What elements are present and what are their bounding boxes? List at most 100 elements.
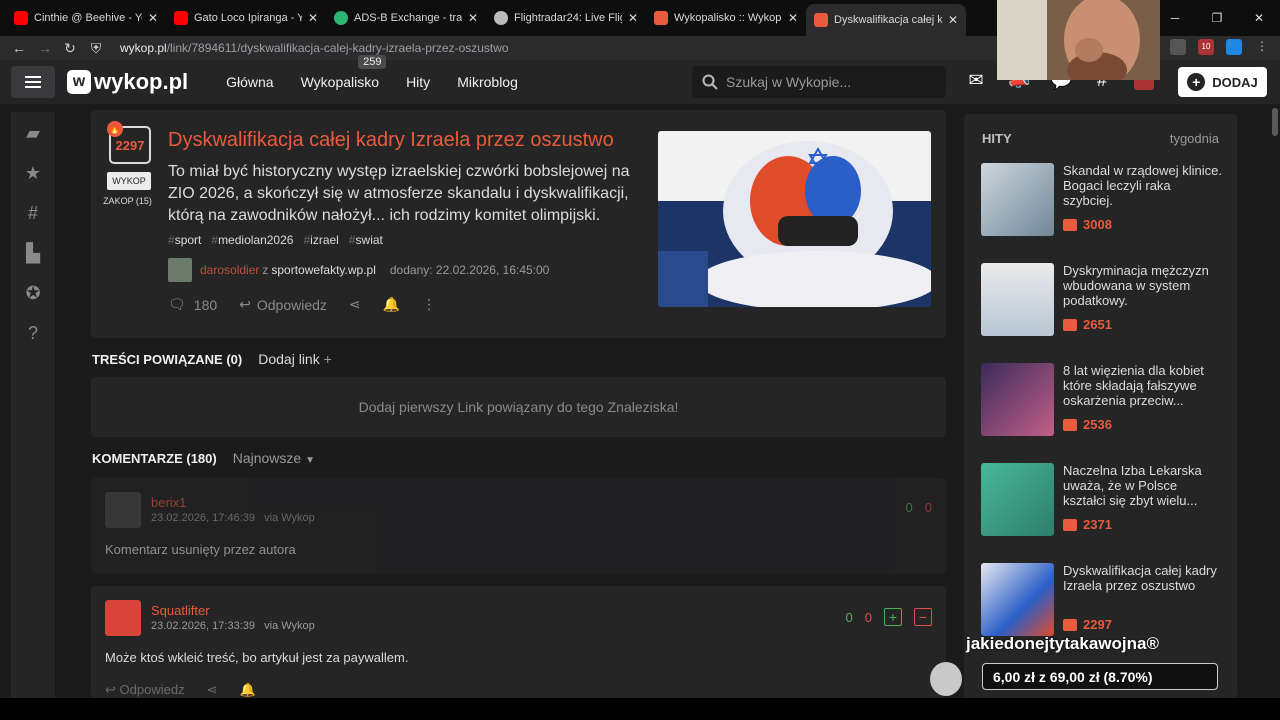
url-field[interactable]: wykop.pl/link/7894611/dyskwalifikacja-ca… — [120, 41, 509, 55]
chevron-down-icon: ▼ — [305, 455, 315, 466]
forward-icon[interactable]: → — [38, 40, 52, 56]
reload-icon[interactable]: ↻ — [64, 40, 76, 57]
page-scrollbar[interactable] — [1270, 104, 1280, 698]
flame-icon — [1063, 518, 1077, 531]
tag[interactable]: #swiat — [349, 233, 383, 247]
upvote-count: 0 — [845, 609, 853, 625]
close-window-icon[interactable]: ✕ — [1238, 11, 1280, 25]
comment-nick[interactable]: berix1 — [151, 495, 186, 510]
url-host: wykop.pl — [120, 41, 167, 55]
minimize-icon[interactable]: ─ — [1154, 11, 1196, 25]
ranking-icon[interactable]: ▙ — [22, 242, 44, 264]
browser-tab[interactable]: Wykopalisko :: Wykop.pl ✕ — [646, 3, 806, 33]
hot-icon: 🔥 — [107, 121, 123, 137]
add-link-button[interactable]: Dodaj link + — [258, 351, 332, 367]
browser-tab[interactable]: Flightradar24: Live Flight Track ✕ — [486, 3, 646, 33]
nav-item-wykopalisko[interactable]: Wykopalisko — [301, 74, 379, 90]
site-logo[interactable]: w wykop.pl — [67, 69, 188, 95]
share-icon[interactable]: ⋖ — [207, 682, 218, 698]
favorites-icon[interactable]: ★ — [22, 162, 44, 184]
shield-icon[interactable]: ⛨ — [90, 40, 102, 57]
hamburger-menu-button[interactable] — [11, 66, 55, 98]
hits-icon[interactable]: ▰ — [22, 122, 44, 144]
tag[interactable]: #izrael — [303, 233, 338, 247]
badges-icon[interactable]: ✪ — [22, 282, 44, 304]
comment-avatar[interactable] — [105, 600, 141, 636]
bury-button[interactable]: ZAKOP (15) — [102, 196, 153, 206]
browser-tab[interactable]: Cinthie @ Beehive - YouTube ✕ — [6, 3, 166, 33]
nav-item-hity[interactable]: Hity — [406, 74, 430, 90]
help-icon[interactable]: ? — [22, 322, 44, 344]
upvote-button[interactable]: + — [884, 608, 902, 626]
search-input[interactable]: Szukaj w Wykopie... — [692, 66, 946, 98]
back-icon[interactable]: ← — [12, 40, 26, 56]
browser-tab[interactable]: ADS-B Exchange - track aircra ✕ — [326, 3, 486, 33]
downvote-button[interactable]: − — [914, 608, 932, 626]
scrollbar-thumb[interactable] — [1272, 108, 1278, 136]
comments-icon: 🗨 — [168, 296, 186, 312]
comment-nick[interactable]: Squatlifter — [151, 603, 210, 618]
extension-icon[interactable] — [1170, 39, 1186, 55]
reply-button[interactable]: ↩ Odpowiedz — [239, 296, 327, 313]
more-icon[interactable]: ⋮ — [422, 296, 436, 313]
hit-votes: 2536 — [1063, 417, 1112, 432]
youtube-icon — [174, 11, 188, 25]
hashtag-icon[interactable]: # — [22, 202, 44, 224]
maximize-icon[interactable]: ❐ — [1196, 11, 1238, 25]
vote-count: 🔥 2297 — [107, 121, 151, 164]
hit-votes: 2651 — [1063, 317, 1112, 332]
tag[interactable]: #mediolan2026 — [211, 233, 293, 247]
close-icon[interactable]: ✕ — [468, 11, 478, 25]
reply-icon: ↩ — [105, 682, 116, 697]
add-button[interactable]: + DODAJ — [1178, 67, 1267, 97]
extension-badge-icon[interactable]: 10 — [1198, 39, 1214, 55]
browser-tab[interactable]: Gato Loco Ipiranga - You ✕ — [166, 3, 326, 33]
sort-dropdown[interactable]: Najnowsze ▼ — [233, 450, 315, 466]
logo-text: wykop.pl — [94, 69, 189, 94]
window-controls: ─ ❐ ✕ — [1154, 0, 1280, 36]
article-thumbnail[interactable] — [658, 131, 931, 307]
add-label: DODAJ — [1212, 74, 1258, 90]
hit-item[interactable]: Dyskryminacja mężczyzn wbudowana w syste… — [981, 263, 1221, 337]
hits-title: HITY — [982, 131, 1012, 146]
nav-item-glowna[interactable]: Główna — [226, 74, 273, 90]
comment-votes: 0 0 + − — [846, 608, 932, 626]
close-icon[interactable]: ✕ — [308, 11, 318, 25]
close-icon[interactable]: ✕ — [148, 11, 158, 25]
hit-item[interactable]: 8 lat więzienia dla kobiet które składaj… — [981, 363, 1221, 437]
close-icon[interactable]: ✕ — [948, 13, 958, 27]
hit-count: 2371 — [1083, 517, 1112, 532]
comment-via: via Wykop — [264, 620, 315, 632]
reply-button[interactable]: ↩ Odpowiedz — [105, 682, 185, 698]
wykop-button[interactable]: WYKOP — [107, 172, 151, 190]
observe-icon[interactable]: 🔔 — [239, 682, 255, 698]
extension-icon[interactable] — [1226, 39, 1242, 55]
hits-sidebar: HITY tygodnia Skandal w rządowej klinice… — [964, 114, 1237, 698]
close-icon[interactable]: ✕ — [628, 11, 638, 25]
hit-item[interactable]: Dyskwalifikacja całej kadry Izraela prze… — [981, 563, 1221, 637]
comments-button[interactable]: 🗨 180 — [168, 296, 217, 313]
author-avatar[interactable] — [168, 258, 192, 282]
close-icon[interactable]: ✕ — [788, 11, 798, 25]
reply-label: Odpowiedz — [256, 296, 327, 313]
article-source[interactable]: sportowefakty.wp.pl — [271, 263, 376, 277]
reply-label: Odpowiedz — [119, 682, 185, 697]
hit-item[interactable]: Naczelna Izba Lekarska uważa, że w Polsc… — [981, 463, 1221, 537]
messages-icon[interactable]: ✉ — [966, 70, 986, 90]
downvote-count: 0 — [864, 609, 872, 625]
nav-item-mikroblog[interactable]: Mikroblog — [457, 74, 518, 90]
share-icon[interactable]: ⋖ — [349, 296, 361, 313]
tag[interactable]: #sport — [168, 233, 201, 247]
article-title[interactable]: Dyskwalifikacja całej kadry Izraela prze… — [168, 129, 614, 152]
related-empty-box[interactable]: Dodaj pierwszy Link powiązany do tego Zn… — [91, 377, 946, 437]
menu-icon[interactable]: ⋮ — [1254, 39, 1270, 55]
author-nick[interactable]: darosoldier — [200, 263, 259, 277]
observe-icon[interactable]: 🔔 — [383, 296, 400, 313]
hit-item[interactable]: Skandal w rządowej klinice. Bogaci leczy… — [981, 163, 1222, 237]
comment-votes: 0 0 — [906, 500, 932, 515]
comment-avatar[interactable] — [105, 492, 141, 528]
browser-tab-active[interactable]: Dyskwalifikacja całej kadry Izr ✕ — [806, 4, 966, 36]
comment-body: Komentarz usunięty przez autora — [105, 542, 296, 557]
tab-title: ADS-B Exchange - track aircra — [354, 12, 462, 24]
hits-period-selector[interactable]: tygodnia — [1170, 131, 1219, 146]
